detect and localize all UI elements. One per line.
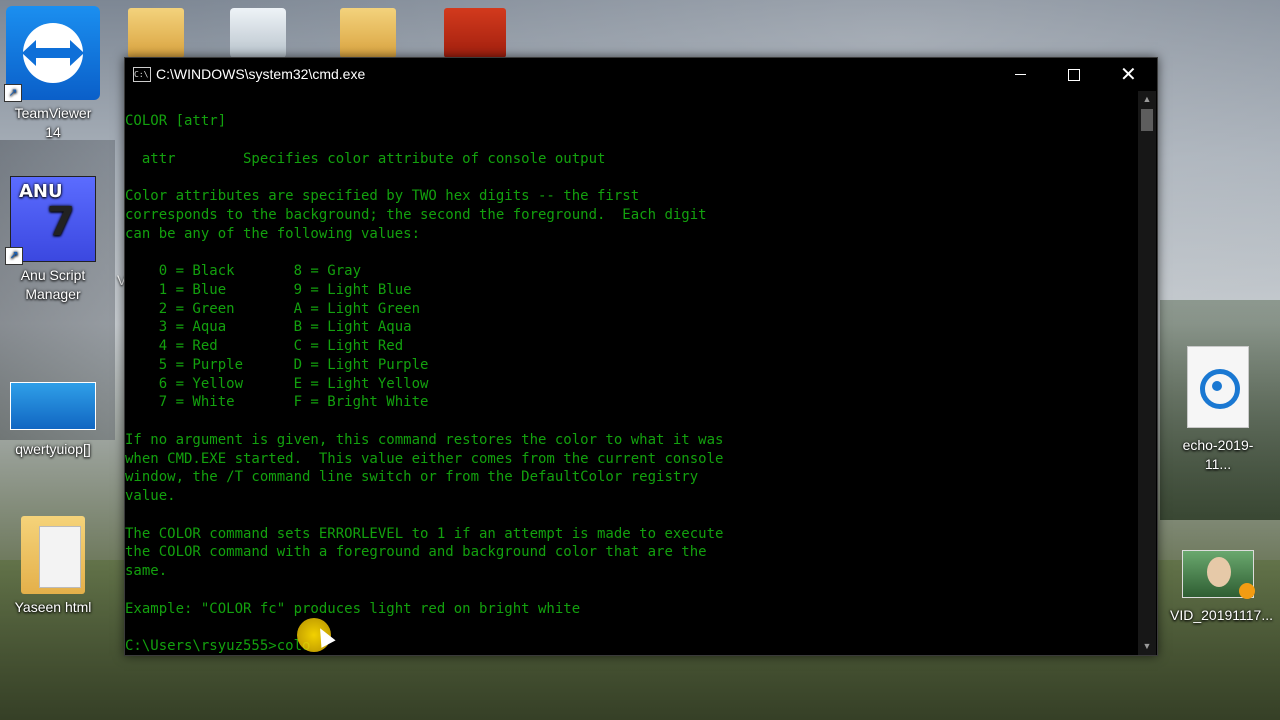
- console-line: C:\Users\rsyuz555>colo: [125, 638, 311, 654]
- desktop-icon-yaseen-html[interactable]: Yaseen html: [5, 516, 101, 617]
- anu-script-icon: ANU 7 ↗: [5, 176, 96, 265]
- desktop-icon-anu-script-manager[interactable]: ANU 7 ↗ Anu Script Manager: [5, 176, 101, 304]
- window-title: C:\WINDOWS\system32\cmd.exe: [156, 66, 366, 82]
- console-line: corresponds to the background; the secon…: [125, 206, 707, 223]
- console-line: 4 = Red C = Light Red: [125, 338, 404, 354]
- console-line: the COLOR command with a foreground and …: [125, 544, 707, 561]
- image-thumbnail-icon: [10, 382, 96, 430]
- console-line: 2 = Green A = Light Green: [125, 300, 421, 317]
- console-line: 5 = Purple D = Light Purple: [125, 356, 429, 373]
- console-line: 1 = Blue 9 = Light Blue: [125, 281, 412, 298]
- video-thumbnail-icon: [1182, 550, 1255, 599]
- desktop-icon-qwertyuiop[interactable]: qwertyuiop[]: [5, 382, 101, 459]
- cmd-window[interactable]: C:\ C:\WINDOWS\system32\cmd.exe ✕ COLOR …: [124, 57, 1158, 656]
- close-button[interactable]: ✕: [1101, 58, 1155, 91]
- console-text: COLOR [attr] attr Specifies color attrib…: [125, 112, 723, 655]
- vertical-scrollbar[interactable]: ▲ ▼: [1138, 91, 1156, 655]
- console-line: The COLOR command sets ERRORLEVEL to 1 i…: [125, 525, 724, 542]
- desktop-icon-label: echo-2019-11...: [1182, 437, 1254, 472]
- desktop-icon-label: Yaseen html: [14, 599, 92, 615]
- folder-icon: [21, 516, 85, 594]
- recycle-bin-icon[interactable]: [230, 8, 286, 58]
- console-line: 0 = Black 8 = Gray: [125, 263, 362, 279]
- folder-icon[interactable]: [340, 8, 396, 58]
- scroll-down-icon[interactable]: ▼: [1138, 638, 1156, 655]
- play-badge-icon: [1239, 583, 1255, 599]
- desktop-icon-label: qwertyuiop[]: [15, 441, 91, 457]
- shortcut-arrow-icon: ↗: [5, 247, 23, 265]
- desktop-icon-video[interactable]: VID_20191117...: [1170, 550, 1274, 625]
- console-line: when CMD.EXE started. This value either …: [125, 450, 724, 467]
- console-output[interactable]: COLOR [attr] attr Specifies color attrib…: [125, 91, 1138, 655]
- console-line: COLOR [attr]: [125, 113, 227, 129]
- console-line: 3 = Aqua B = Light Aqua: [125, 319, 412, 336]
- desktop-icon-teamviewer[interactable]: ↗ TeamViewer 14: [4, 6, 101, 142]
- window-titlebar[interactable]: C:\ C:\WINDOWS\system32\cmd.exe ✕: [125, 58, 1157, 91]
- desktop-icon-label: Anu Script Manager: [20, 267, 86, 302]
- console-line: can be any of the following values:: [125, 225, 421, 242]
- console-line: value.: [125, 488, 176, 504]
- console-line: 7 = White F = Bright White: [125, 394, 429, 411]
- console-line: window, the /T command line switch or fr…: [125, 469, 699, 486]
- console-line: attr Specifies color attribute of consol…: [125, 150, 606, 167]
- teamviewer-icon: ↗: [4, 6, 100, 102]
- desktop-icon-label: VID_20191117...: [1170, 607, 1274, 623]
- console-line: If no argument is given, this command re…: [125, 431, 724, 448]
- desktop-icon-echo[interactable]: echo-2019-11...: [1170, 346, 1266, 474]
- scrollbar-thumb[interactable]: [1141, 109, 1153, 131]
- console-line: 6 = Yellow E = Light Yellow: [125, 375, 429, 392]
- minimize-icon: [1015, 74, 1026, 75]
- maximize-button[interactable]: [1047, 58, 1101, 91]
- minimize-button[interactable]: [993, 58, 1047, 91]
- maximize-icon: [1068, 69, 1080, 81]
- console-line: Color attributes are specified by TWO he…: [125, 188, 640, 204]
- folder-icon[interactable]: [128, 8, 184, 58]
- console-line: Example: "COLOR fc" produces light red o…: [125, 600, 581, 617]
- cmd-app-icon[interactable]: C:\: [133, 67, 151, 82]
- book-cover-icon[interactable]: [444, 8, 506, 58]
- scroll-up-icon[interactable]: ▲: [1138, 91, 1156, 108]
- audio-file-icon: [1187, 346, 1249, 428]
- console-line: same.: [125, 563, 168, 579]
- close-icon: ✕: [1120, 62, 1137, 86]
- desktop-icon-label: TeamViewer 14: [14, 105, 92, 140]
- shortcut-arrow-icon: ↗: [4, 84, 22, 102]
